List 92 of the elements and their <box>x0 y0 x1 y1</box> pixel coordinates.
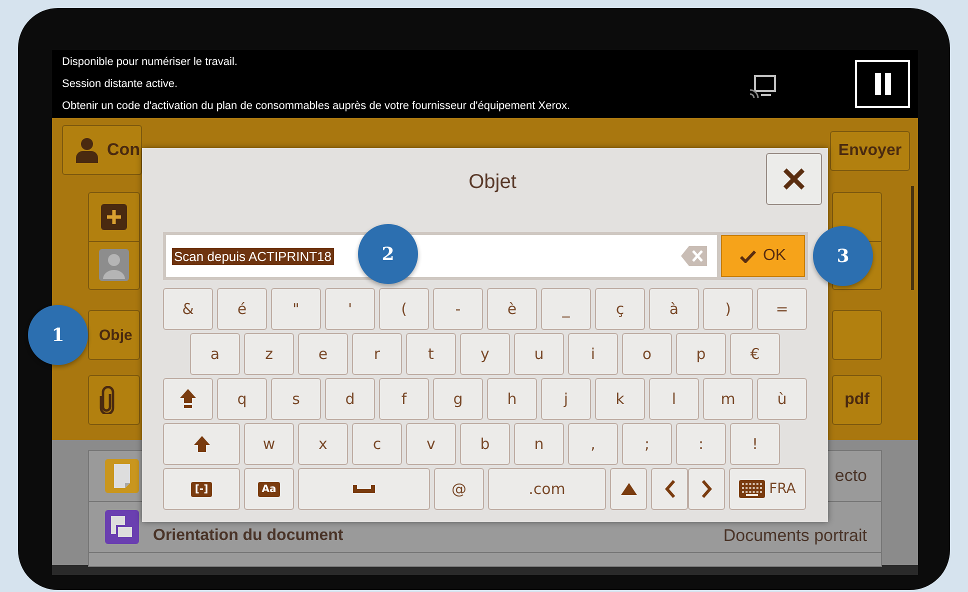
chevron-left-icon <box>664 479 676 499</box>
key[interactable]: d <box>325 378 375 420</box>
key[interactable]: y <box>460 333 510 375</box>
status-message: Session distante active. <box>62 76 179 92</box>
add-icon <box>101 204 127 230</box>
accents-label: Aa <box>258 482 280 496</box>
file-format-button[interactable]: pdf <box>832 375 882 425</box>
key[interactable]: s <box>271 378 321 420</box>
key[interactable]: " <box>271 288 321 330</box>
key[interactable]: x <box>298 423 348 465</box>
left-key[interactable] <box>651 468 688 510</box>
contact-label: Con <box>107 140 140 160</box>
space-icon <box>353 485 375 493</box>
send-button[interactable]: Envoyer <box>830 131 910 171</box>
shift-icon <box>194 436 210 452</box>
key[interactable]: ; <box>622 423 672 465</box>
symbols-label: [-] <box>190 482 212 496</box>
symbols-key[interactable]: [-] <box>163 468 240 510</box>
key[interactable]: à <box>649 288 699 330</box>
person-icon <box>75 137 99 163</box>
attachment-button[interactable] <box>88 375 140 425</box>
avatar-icon <box>99 249 129 282</box>
triangle-up-icon <box>620 483 636 495</box>
pause-icon <box>874 73 890 95</box>
key[interactable]: & <box>163 288 213 330</box>
setting-label: Orientation du document <box>153 527 344 545</box>
subject-button[interactable]: Obje <box>88 310 140 360</box>
key[interactable]: è <box>487 288 537 330</box>
key[interactable]: ' <box>325 288 375 330</box>
keyboard-icon <box>739 480 766 498</box>
key[interactable]: b <box>460 423 510 465</box>
key[interactable]: g <box>433 378 483 420</box>
key[interactable]: é <box>217 288 267 330</box>
key[interactable]: m <box>703 378 753 420</box>
key[interactable]: ! <box>730 423 780 465</box>
key[interactable]: e <box>298 333 348 375</box>
right-key[interactable] <box>688 468 725 510</box>
field-value: Scan depuis ACTIPRINT18 <box>172 248 334 264</box>
key[interactable]: @ <box>434 468 484 510</box>
space-key[interactable] <box>298 468 430 510</box>
key[interactable]: l <box>649 378 699 420</box>
status-message: Obtenir un code d'activation du plan de consommables auprès de votre fournisseur d'équipement Xerox. <box>62 98 572 114</box>
setting-value: ecto <box>834 466 867 486</box>
contact-button[interactable]: Con <box>62 125 142 175</box>
checkmark-icon <box>740 250 756 262</box>
close-button[interactable] <box>766 153 822 205</box>
key[interactable]: , <box>568 423 618 465</box>
key[interactable]: € <box>730 333 780 375</box>
caps-lock-icon <box>180 389 196 409</box>
key[interactable]: j <box>541 378 591 420</box>
key[interactable]: - <box>433 288 483 330</box>
pause-button[interactable] <box>855 60 910 108</box>
language-key[interactable]: FRA <box>729 468 806 510</box>
paperclip-icon <box>99 386 115 414</box>
caps-lock-key[interactable] <box>163 378 213 420</box>
key[interactable]: z <box>244 333 294 375</box>
dialog-title: Objet <box>468 171 516 195</box>
key[interactable]: n <box>514 423 564 465</box>
key[interactable]: w <box>244 423 294 465</box>
key[interactable]: o <box>622 333 672 375</box>
chevron-right-icon <box>700 479 712 499</box>
accents-key[interactable]: Aa <box>244 468 294 510</box>
key[interactable]: h <box>487 378 537 420</box>
status-message: Disponible pour numériser le travail. <box>62 54 238 70</box>
up-key[interactable] <box>610 468 647 510</box>
key[interactable]: p <box>676 333 726 375</box>
orientation-icon <box>105 510 139 544</box>
key[interactable]: = <box>757 288 807 330</box>
remote-screen-icon <box>749 74 777 100</box>
key[interactable]: v <box>406 423 456 465</box>
key[interactable]: i <box>568 333 618 375</box>
close-icon <box>782 167 806 191</box>
key[interactable]: a <box>190 333 240 375</box>
page-icon <box>105 459 139 493</box>
key[interactable]: t <box>406 333 456 375</box>
setting-value: Documents portrait <box>723 526 867 546</box>
ok-button[interactable]: OK <box>721 235 805 277</box>
key[interactable]: _ <box>541 288 591 330</box>
shift-key[interactable] <box>163 423 240 465</box>
key[interactable]: : <box>676 423 726 465</box>
key[interactable]: ( <box>379 288 429 330</box>
key[interactable]: u <box>514 333 564 375</box>
key[interactable]: k <box>595 378 645 420</box>
key[interactable]: f <box>379 378 429 420</box>
key[interactable]: ) <box>703 288 753 330</box>
option-panel <box>832 310 882 360</box>
key[interactable]: .com <box>488 468 606 510</box>
key[interactable]: c <box>352 423 402 465</box>
key[interactable]: ç <box>595 288 645 330</box>
key[interactable]: ù <box>757 378 807 420</box>
key[interactable]: q <box>217 378 267 420</box>
key[interactable]: r <box>352 333 402 375</box>
